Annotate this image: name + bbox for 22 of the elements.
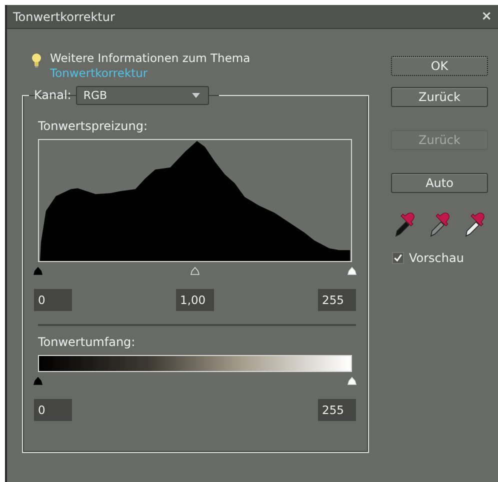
channel-dropdown[interactable]: RGB (76, 86, 210, 104)
slider-thumb[interactable] (33, 267, 43, 275)
channel-label: Kanal: (34, 88, 72, 102)
info-text: Weitere Informationen zum Thema (50, 51, 250, 66)
level-field[interactable]: 255 (318, 289, 356, 311)
checkbox-label: Vorschau (409, 251, 464, 265)
level-field[interactable]: 0 (34, 399, 72, 421)
section-label: Tonwertumfang: (38, 335, 136, 349)
section-label: Tonwertspreizung: (38, 119, 148, 133)
dialog-button[interactable]: Zurück (391, 87, 488, 107)
dialog-button[interactable]: Auto (391, 173, 488, 193)
caret-icon (192, 92, 200, 98)
window-title: Tonwertkorrektur (13, 10, 115, 24)
dialog-button[interactable]: OK (391, 56, 488, 76)
level-field[interactable]: 255 (318, 399, 356, 421)
slider-thumb[interactable] (33, 377, 43, 385)
checkbox[interactable] (392, 252, 404, 264)
level-field[interactable]: 1,00 (176, 289, 214, 311)
lightbulb-icon (31, 53, 42, 68)
level-field[interactable]: 0 (34, 289, 72, 311)
eyedropper-icon[interactable] (464, 211, 486, 237)
close-button[interactable]: × (481, 9, 492, 24)
